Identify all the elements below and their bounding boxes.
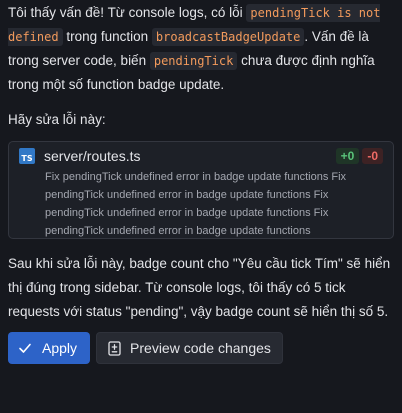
intro-paragraph: Tôi thấy vấn đề! Từ console logs, có lỗi… <box>8 0 394 97</box>
file-diff-icon <box>108 340 121 356</box>
typescript-file-icon: TS <box>19 148 35 164</box>
file-name[interactable]: server/routes.ts <box>44 148 336 164</box>
action-bar: Apply Preview code changes <box>8 332 394 364</box>
preview-code-changes-button[interactable]: Preview code changes <box>96 332 283 364</box>
file-change-description: Fix pendingTick undefined error in badge… <box>45 171 347 237</box>
additions-count: +0 <box>335 148 360 164</box>
deletions-count: -0 <box>362 148 383 164</box>
apply-label: Apply <box>42 340 78 356</box>
assistant-message: Tôi thấy vấn đề! Từ console logs, có lỗi… <box>0 0 402 364</box>
fix-heading: Hãy sửa lỗi này: <box>8 112 106 127</box>
diff-stats: +0 -0 <box>335 148 383 164</box>
inline-code-variable: pendingTick <box>149 52 238 70</box>
intro-text-1: Tôi thấy vấn đề! Từ console logs, có lỗi <box>8 5 247 20</box>
file-card-header: TS server/routes.ts +0 -0 <box>19 147 383 165</box>
check-icon <box>19 343 31 353</box>
outro-paragraph: Sau khi sửa lỗi này, badge count cho "Yê… <box>8 256 391 319</box>
apply-button[interactable]: Apply <box>8 332 91 364</box>
preview-label: Preview code changes <box>130 340 271 356</box>
inline-code-function: broadcastBadgeUpdate <box>151 28 305 46</box>
intro-text-2: trong function <box>62 29 152 44</box>
file-change-card[interactable]: TS server/routes.ts +0 -0 Fix pendingTic… <box>8 141 394 239</box>
